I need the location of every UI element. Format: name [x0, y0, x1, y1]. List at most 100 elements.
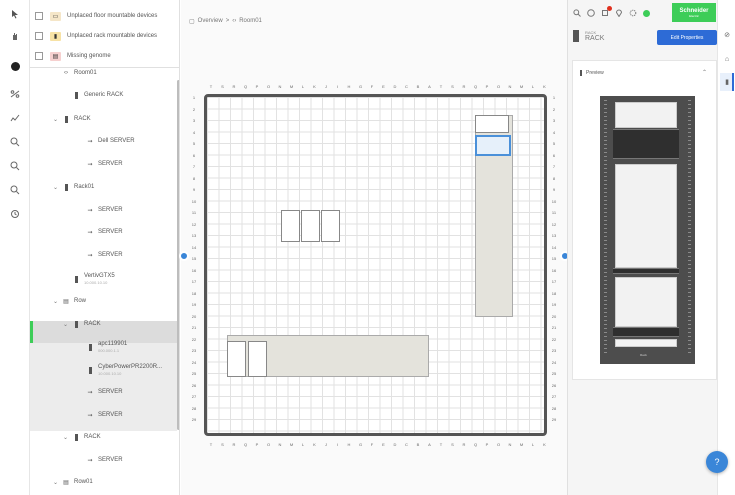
breadcrumb-current: Room01 [239, 18, 262, 24]
location-icon[interactable] [614, 8, 624, 18]
filter-checkbox[interactable] [35, 52, 43, 60]
preview-rack-icon [580, 70, 582, 76]
tree-node[interactable]: ⌄ ▤ Row [52, 290, 86, 312]
row-label: 10 [191, 198, 197, 204]
add-circle-icon[interactable] [6, 58, 24, 74]
zoom-out-icon[interactable] [6, 158, 24, 174]
tree-node-label: RACK [84, 321, 101, 327]
tree-node[interactable]: ⇝ SERVER [76, 244, 122, 266]
row-label: 20 [191, 313, 197, 319]
tree-node[interactable]: ⌄ RACK [52, 108, 91, 130]
tree-node[interactable]: Generic RACK [62, 84, 123, 106]
selected-rack[interactable] [475, 135, 511, 156]
lock-tab-icon[interactable]: ⌂ [722, 54, 732, 64]
tree-node[interactable]: ⌄ RACK [62, 313, 101, 335]
properties-tab-icon[interactable]: ⊘ [722, 30, 732, 40]
tree-node-label: RACK [84, 434, 101, 440]
chevron-down-icon[interactable]: ⌄ [52, 116, 59, 123]
percent-icon[interactable] [6, 86, 24, 102]
rack-unit[interactable] [281, 210, 300, 242]
filter-row[interactable]: ▭ Unplaced floor mountable devices [30, 8, 179, 24]
column-label: R [232, 442, 236, 447]
tree-node[interactable]: ⌄ ▤ Row01 [52, 471, 93, 493]
tree-node[interactable]: ⇝ SERVER [76, 449, 122, 471]
filter-row[interactable]: ▮ Unplaced rack mountable devices [30, 28, 179, 44]
tree-node[interactable]: ⇝ SERVER [76, 199, 122, 221]
chevron-down-icon[interactable]: ⌄ [52, 298, 59, 305]
column-label: E [382, 84, 385, 89]
chevron-down-icon[interactable]: ⌄ [52, 479, 59, 486]
server-icon: ⇝ [87, 161, 93, 168]
chevron-up-icon[interactable]: ⌃ [702, 69, 707, 76]
column-label: C [405, 84, 408, 89]
room-outline[interactable] [204, 94, 547, 436]
notification-icon[interactable] [600, 6, 612, 18]
column-label: T [209, 84, 213, 89]
column-label: L [301, 442, 305, 447]
filter-checkbox[interactable] [35, 12, 43, 20]
column-label: P [485, 84, 489, 89]
hand-icon[interactable] [6, 28, 24, 44]
zoom-in-icon[interactable] [6, 134, 24, 150]
tree-node[interactable]: ⇝ SERVER [76, 221, 123, 243]
row-label: 8 [192, 175, 196, 181]
tree-node-text: Row [74, 298, 87, 304]
status-indicator [643, 9, 650, 17]
rack-unit[interactable] [321, 210, 340, 242]
row-label: 26 [551, 382, 557, 388]
row-label: 7 [192, 164, 196, 169]
preview-tab-icon[interactable]: ▮ [722, 77, 732, 87]
settings-icon[interactable] [628, 8, 638, 18]
tree-node-label: Room01 [74, 70, 97, 76]
tree-node-label: Generic RACK [84, 92, 123, 98]
edit-properties-button[interactable]: Edit Properties [657, 30, 717, 45]
server-icon: ⇝ [87, 138, 93, 145]
left-resize-handle[interactable] [179, 251, 189, 261]
server-icon: ⇝ [87, 412, 93, 419]
row-label: 22 [551, 336, 557, 342]
tree-node[interactable]: apc119901 000.000.1.1 [76, 336, 127, 358]
rack-icon [73, 91, 79, 99]
help-icon[interactable] [586, 8, 596, 18]
rack-unit[interactable] [475, 115, 509, 133]
search-icon[interactable] [572, 8, 582, 18]
tree-node[interactable]: ⇝ SERVER [76, 381, 122, 403]
tree-node[interactable]: ‹› Room01 [52, 62, 97, 84]
cursor-icon[interactable] [6, 6, 24, 22]
tree-node[interactable]: ⇝ Dell SERVER [76, 130, 134, 152]
zoom-fit-icon[interactable] [6, 182, 24, 198]
row-label: 29 [191, 417, 197, 422]
rack-unit[interactable] [248, 341, 267, 377]
column-label: Q [243, 442, 248, 447]
tree-node-text: SERVER [98, 229, 123, 235]
tree-node[interactable]: VertivGTX5 10.000.10.10 [62, 268, 115, 290]
tree-node[interactable]: ⇝ SERVER [76, 153, 122, 175]
tree-node-label: Rack01 [74, 184, 94, 190]
chevron-down-icon[interactable]: ⌄ [62, 434, 69, 441]
row-icon: ▤ [63, 298, 69, 305]
tree-node[interactable]: ⌄ Rack01 [52, 176, 94, 198]
row-label: 19 [191, 302, 197, 307]
chart-icon[interactable] [6, 110, 24, 126]
breadcrumb-overview[interactable]: Overview [198, 18, 223, 25]
column-label: O [496, 442, 501, 447]
notification-badge [607, 6, 612, 11]
rack-unit[interactable] [301, 210, 320, 242]
rack-unit[interactable] [227, 341, 246, 377]
row-label: 11 [551, 210, 557, 215]
rack-device [613, 129, 679, 159]
tree-node[interactable]: ⌄ RACK [62, 426, 101, 448]
column-label: K [313, 442, 316, 447]
column-label: S [451, 442, 454, 447]
floor-plan-canvas[interactable]: ▢ Overview > ‹› Room01 T S R Q P O N M L K J I H G F E D… [179, 0, 570, 495]
tree-node[interactable]: ⇝ SERVER [76, 404, 122, 426]
help-chat-button[interactable]: ? [706, 451, 728, 473]
column-label: O [266, 84, 271, 89]
column-label: J [325, 84, 327, 89]
chevron-down-icon[interactable]: ⌄ [62, 321, 69, 328]
filter-checkbox[interactable] [35, 32, 43, 40]
history-icon[interactable] [6, 206, 24, 222]
chevron-down-icon[interactable]: ⌄ [52, 184, 59, 191]
filter-label: Missing genome [67, 53, 111, 59]
tree-node[interactable]: CyberPowerPR2200R... 10.000.10.10 [76, 359, 162, 381]
